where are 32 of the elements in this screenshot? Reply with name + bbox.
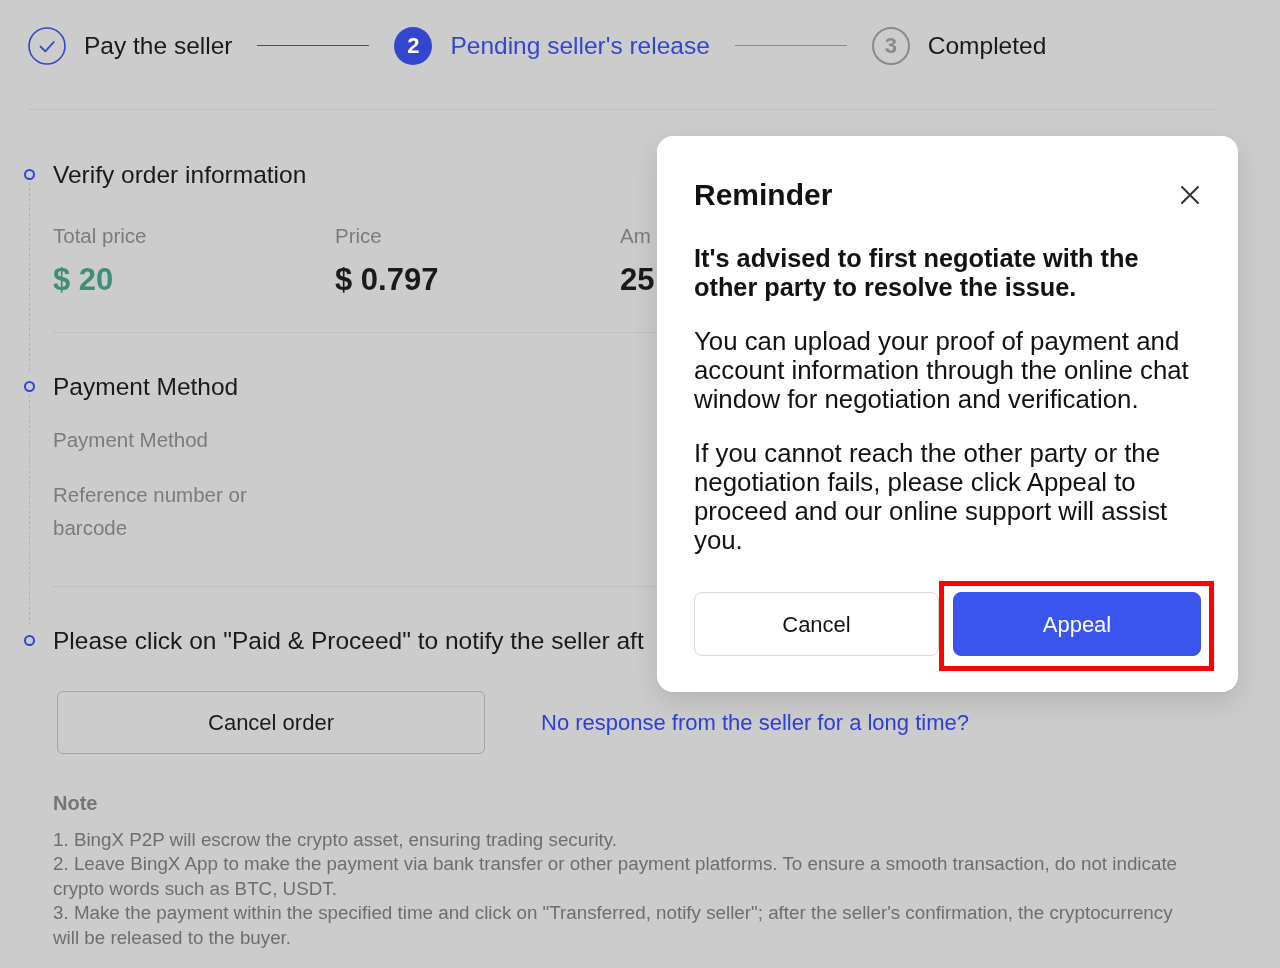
step-number: 2 <box>394 26 433 65</box>
field-label: Reference number or barcode <box>53 482 248 541</box>
timeline-dot-icon <box>24 635 35 646</box>
step-number: 3 <box>871 26 910 65</box>
note-text: 2. Leave BingX App to make the payment via bank transfer or other payment platforms. To ensure a smooth transaction, do not indicate crypto words such as BTC, USDT. <box>53 852 1179 901</box>
section-title: Please click on "Paid & Proceed" to notify the seller aft <box>53 626 644 656</box>
dialog-text: You can upload your proof of payment and account information through the online chat window for negotiation and verification. <box>694 327 1190 414</box>
section-title: Payment Method <box>53 372 239 402</box>
help-link[interactable]: No response from the seller for a long time? <box>541 706 969 739</box>
field-value: 25 <box>620 261 655 299</box>
cancel-button[interactable]: Cancel <box>694 592 939 656</box>
dialog-lead-text: It's advised to first negotiate with the other party to resolve the issue. <box>694 244 1140 302</box>
step-label: Pay the seller <box>84 30 233 61</box>
note-text: 1. BingX P2P will escrow the crypto asset, ensuring trading security. <box>53 828 619 852</box>
dialog-text: If you cannot reach the other party or the negotiation fails, please click Appeal to proceed and our online support will assist you. <box>694 439 1169 555</box>
field-label: Total price <box>53 223 147 249</box>
timeline-dot-icon <box>24 169 35 180</box>
note-title: Note <box>53 791 98 816</box>
step-label: Pending seller's release <box>450 30 710 61</box>
dialog-title: Reminder <box>694 177 833 213</box>
field-value: $ 0.797 <box>335 261 439 299</box>
timeline-dot-icon <box>24 381 35 392</box>
section-title: Verify order information <box>53 160 307 190</box>
field-value: $ 20 <box>53 261 114 299</box>
field-label: Payment Method <box>53 427 208 453</box>
appeal-button[interactable]: Appeal <box>953 592 1201 656</box>
step-label: Completed <box>927 30 1047 61</box>
cancel-order-button[interactable]: Cancel order <box>57 691 485 754</box>
close-icon[interactable] <box>1180 185 1200 205</box>
note-text: 3. Make the payment within the specified time and click on "Transferred, notify seller"; after the seller's confirmation, the cryptocurrency will be released to the buyer. <box>53 901 1174 950</box>
field-label: Price <box>335 223 382 249</box>
field-label: Am <box>620 223 651 249</box>
